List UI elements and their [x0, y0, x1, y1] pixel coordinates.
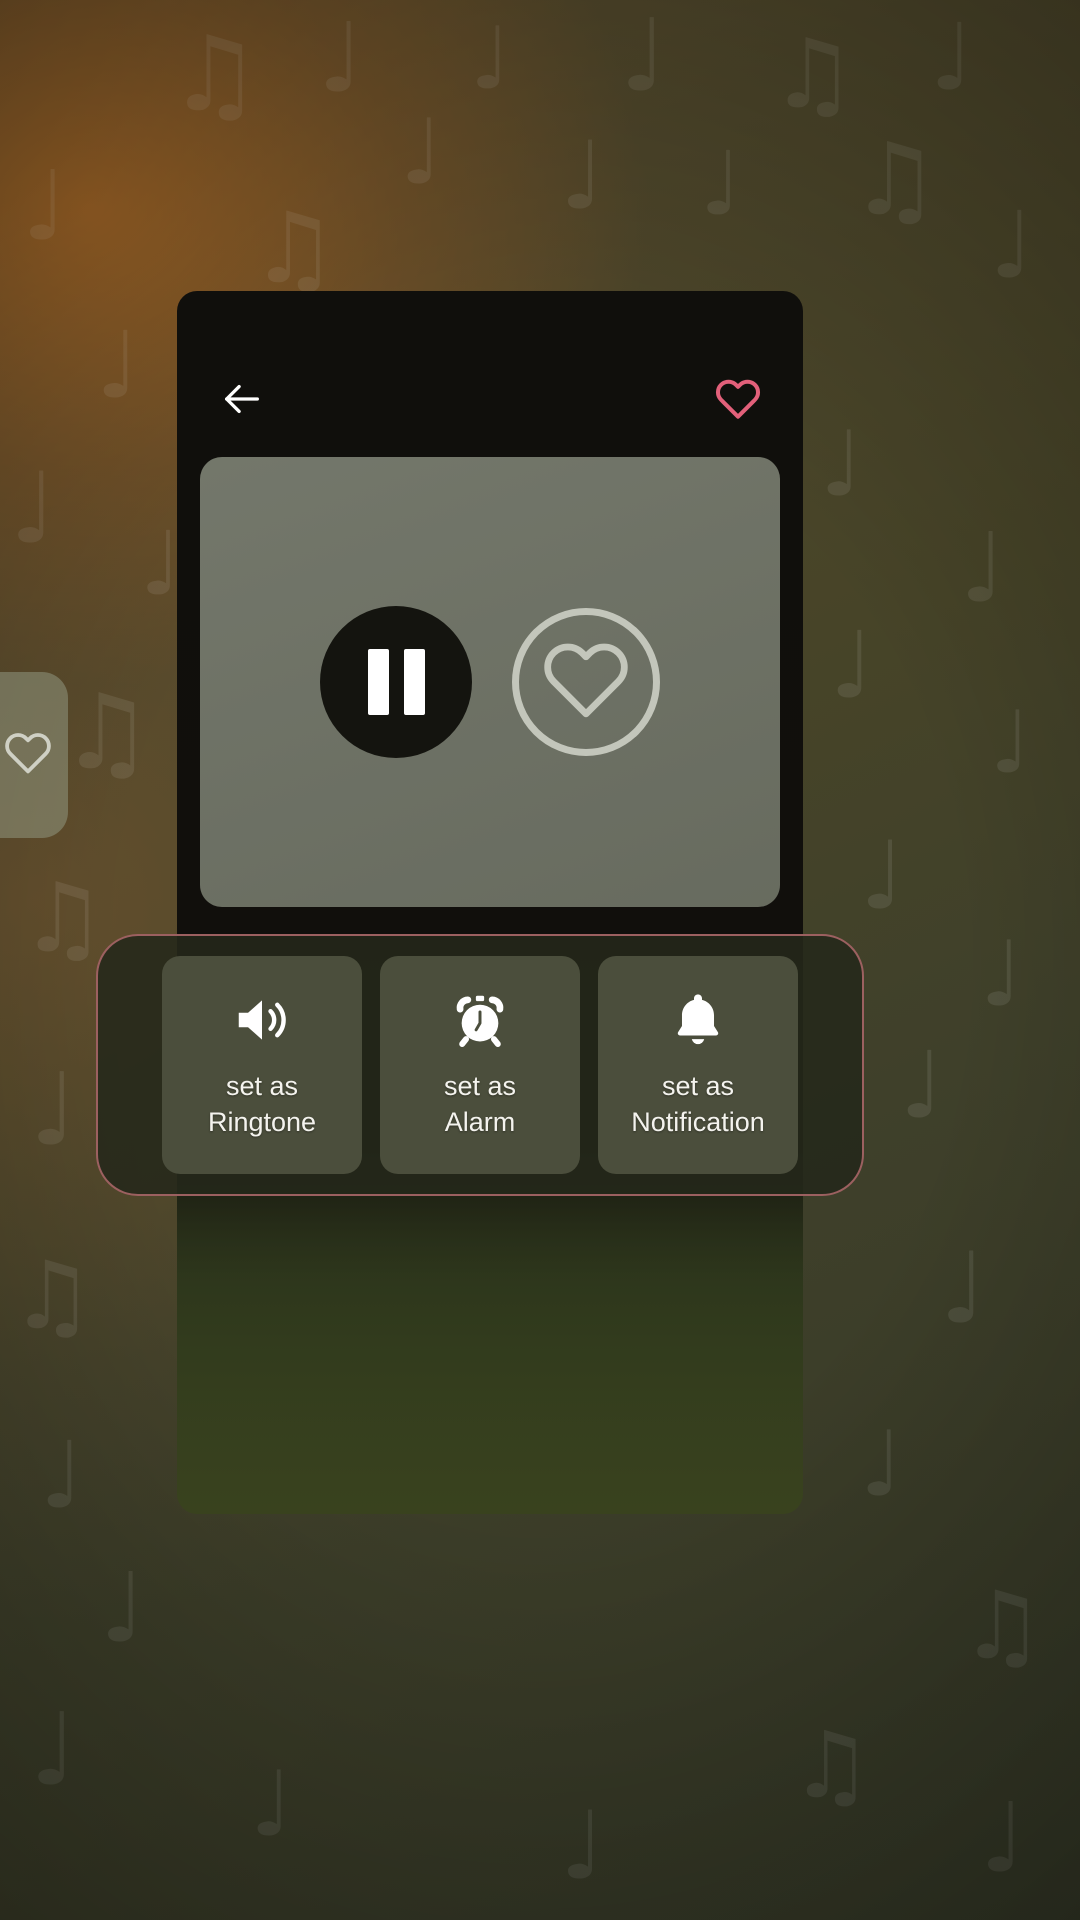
favorite-button[interactable] — [711, 374, 765, 428]
artwork-favorite-button[interactable] — [512, 608, 660, 756]
bell-icon — [667, 989, 729, 1051]
alarm-clock-icon — [449, 989, 511, 1051]
play-pause-button[interactable] — [320, 606, 472, 758]
pause-icon-bar-left — [367, 649, 389, 715]
set-as-ringtone-button[interactable]: set as Ringtone — [162, 956, 362, 1174]
player-top-bar — [177, 360, 803, 442]
artwork-panel — [200, 457, 780, 907]
set-as-alarm-button[interactable]: set as Alarm — [380, 956, 580, 1174]
set-as-notification-label: set as Notification — [631, 1071, 765, 1137]
artwork-overlay — [200, 457, 780, 907]
peek-card-left[interactable] — [0, 672, 68, 838]
set-as-alarm-label: set as Alarm — [443, 1071, 517, 1137]
heart-outline-icon — [542, 636, 630, 729]
pause-icon-bar-right — [403, 649, 425, 715]
set-as-action-bar: set as Ringtone set as Alarm set as Noti… — [96, 934, 864, 1196]
back-button[interactable] — [215, 374, 269, 428]
set-as-notification-button[interactable]: set as Notification — [598, 956, 798, 1174]
heart-outline-icon — [4, 729, 52, 782]
arrow-left-icon — [219, 376, 265, 427]
volume-high-icon — [231, 989, 293, 1051]
set-as-ringtone-label: set as Ringtone — [207, 1071, 317, 1137]
heart-outline-icon — [715, 376, 761, 427]
